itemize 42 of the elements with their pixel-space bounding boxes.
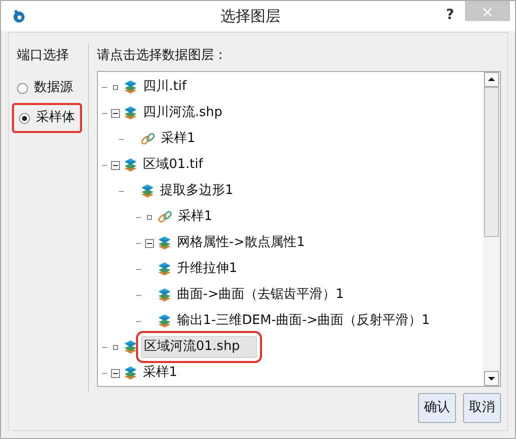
- tree-prompt: 请点击选择数据图层：: [97, 46, 228, 64]
- node-toggle[interactable]: [113, 344, 118, 350]
- layers-icon: [124, 106, 137, 120]
- layers-icon: [141, 184, 154, 198]
- layers-icon: [124, 80, 137, 94]
- scrollbar[interactable]: [483, 72, 500, 386]
- dialog-button[interactable]: 确认: [418, 393, 456, 423]
- tree-item[interactable]: 四川.tif: [141, 77, 188, 97]
- link-icon: [158, 210, 172, 224]
- tree-item[interactable]: 采样1: [141, 363, 180, 383]
- tree-item[interactable]: 四川河流.shp: [141, 103, 224, 123]
- layers-icon: [124, 158, 137, 172]
- layers-icon: [158, 288, 171, 302]
- tree-item[interactable]: 升维拉伸1: [175, 259, 240, 279]
- collapse-toggle[interactable]: [111, 160, 120, 170]
- scroll-down-icon[interactable]: [484, 371, 499, 386]
- tree-item[interactable]: 输出1-三维DEM-曲面->曲面（反射平滑）1: [175, 311, 432, 331]
- layers-icon: [158, 314, 171, 328]
- help-button[interactable]: ?: [435, 5, 465, 26]
- layers-icon: [158, 262, 171, 276]
- tree-item[interactable]: 采样1: [176, 207, 214, 227]
- layers-icon: [124, 366, 137, 380]
- tree-item[interactable]: 区域01.tif: [141, 155, 205, 175]
- collapse-toggle[interactable]: [145, 238, 154, 248]
- dialog-button[interactable]: 取消: [463, 393, 501, 423]
- layers-icon: [158, 236, 171, 250]
- app-logo-icon: [12, 8, 26, 23]
- window-title: 选择图层: [220, 6, 282, 26]
- tree-item[interactable]: 网格属性->散点属性1: [175, 233, 307, 253]
- tree-item[interactable]: 提取多边形1: [158, 181, 236, 201]
- tree-item[interactable]: 采样1: [159, 129, 198, 149]
- tree-item[interactable]: 曲面->曲面（去锯齿平滑）1: [175, 285, 346, 305]
- collapse-toggle[interactable]: [111, 368, 120, 378]
- node-toggle[interactable]: [147, 214, 152, 220]
- collapse-toggle[interactable]: [111, 108, 120, 118]
- layers-icon: [124, 340, 137, 354]
- radio-option[interactable]: 采样体: [12, 103, 82, 133]
- link-icon: [141, 132, 155, 146]
- node-toggle[interactable]: [113, 84, 118, 90]
- panel-title: 端口选择: [17, 46, 70, 64]
- scroll-up-icon[interactable]: [484, 72, 499, 87]
- radio-option[interactable]: 数据源: [17, 73, 82, 103]
